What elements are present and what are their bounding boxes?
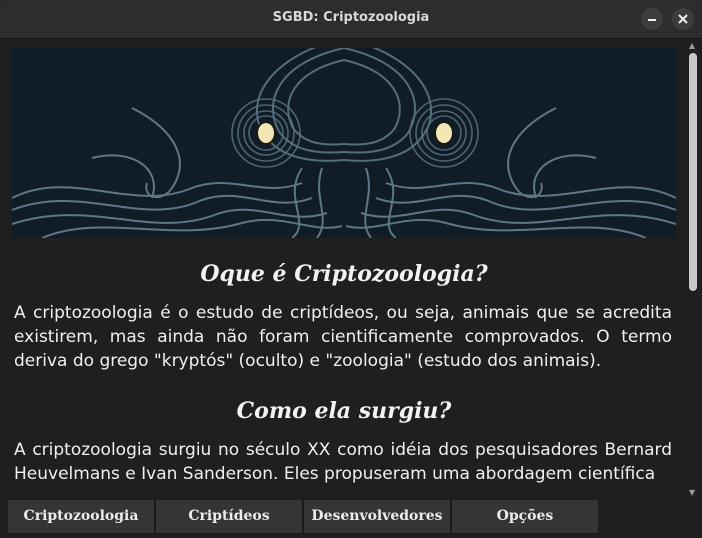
arrow-up-icon[interactable]: ▲ xyxy=(689,41,695,50)
close-icon xyxy=(678,14,688,24)
minimize-button[interactable] xyxy=(641,8,663,30)
section-text: A criptozoologia é o estudo de criptídeo… xyxy=(14,303,672,371)
app-window: SGBD: Criptozoologia Oque é Criptozoolog… xyxy=(0,0,702,538)
close-button[interactable] xyxy=(672,8,694,30)
octopus-illustration xyxy=(12,48,676,238)
hero-image xyxy=(12,48,676,238)
tab-opcoes[interactable]: Opções xyxy=(451,499,599,534)
scrollbar-thumb[interactable] xyxy=(689,53,697,291)
section-heading: Oque é Criptozoologia? xyxy=(200,261,488,287)
title-bar[interactable]: SGBD: Criptozoologia xyxy=(0,0,702,39)
vertical-scrollbar[interactable]: ▲ ▼ xyxy=(686,39,700,499)
window-title: SGBD: Criptozoologia xyxy=(272,10,430,25)
section-text: A criptozoologia surgiu no século XX com… xyxy=(14,440,672,484)
arrow-down-icon[interactable]: ▼ xyxy=(689,488,695,497)
content-area[interactable]: Oque é Criptozoologia? A criptozoologia … xyxy=(0,39,702,499)
tab-desenvolvedores[interactable]: Desenvolvedores xyxy=(303,499,451,534)
section-heading: Como ela surgiu? xyxy=(236,398,452,424)
minimize-icon xyxy=(648,19,656,21)
tab-criptozoologia[interactable]: Criptozoologia xyxy=(7,499,155,534)
bottom-tab-bar: Criptozoologia Criptídeos Desenvolvedore… xyxy=(0,499,702,538)
tab-criptideos[interactable]: Criptídeos xyxy=(155,499,303,534)
